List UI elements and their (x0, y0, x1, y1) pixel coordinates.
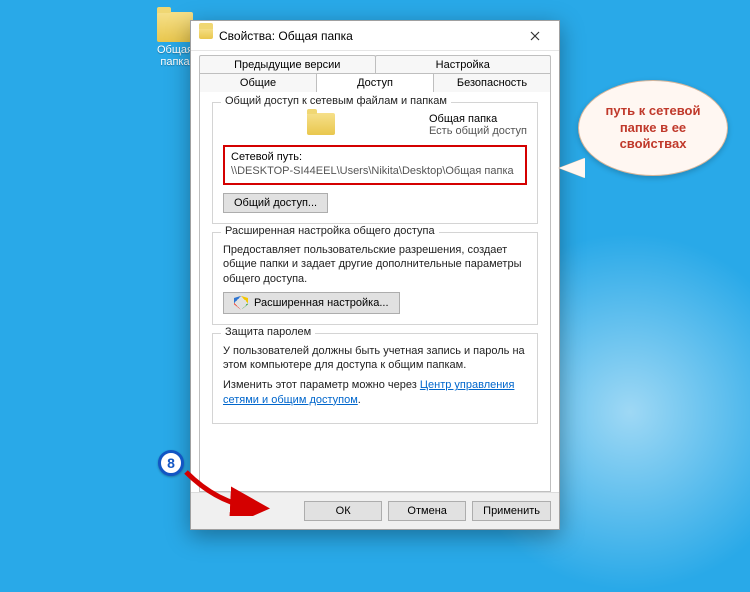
share-button[interactable]: Общий доступ... (223, 193, 328, 213)
tab-customize[interactable]: Настройка (375, 55, 552, 74)
cancel-button[interactable]: Отмена (388, 501, 466, 521)
tab-sharing[interactable]: Доступ (316, 73, 434, 92)
password-hint: Изменить этот параметр можно через Центр… (223, 378, 527, 407)
step-badge: 8 (158, 450, 184, 476)
folder-icon (199, 28, 213, 44)
advanced-desc: Предоставляет пользовательские разрешени… (223, 243, 527, 286)
dialog-title: Свойства: Общая папка (219, 29, 515, 43)
callout-tail (559, 158, 585, 178)
advanced-btn-label: Расширенная настройка... (254, 297, 389, 309)
titlebar: Свойства: Общая папка (191, 21, 559, 51)
dialog-footer: ОК Отмена Применить (191, 492, 559, 529)
close-button[interactable] (515, 21, 555, 50)
hint-suffix: . (358, 394, 361, 406)
annotation-callout: путь к сетевой папке в ее свойствах (578, 80, 728, 176)
tab-panel-sharing: Общий доступ к сетевым файлам и папкам О… (199, 91, 551, 492)
tabs-row-bottom: Общие Доступ Безопасность (199, 73, 551, 92)
network-path-value: \\DESKTOP-SI44EEL\Users\Nikita\Desktop\О… (231, 165, 519, 177)
ok-button[interactable]: ОК (304, 501, 382, 521)
network-path-box: Сетевой путь: \\DESKTOP-SI44EEL\Users\Ni… (223, 145, 527, 185)
folder-icon (157, 12, 193, 42)
tab-security[interactable]: Безопасность (433, 73, 551, 92)
tab-previous-versions[interactable]: Предыдущие версии (199, 55, 376, 74)
group-password-protection: Защита паролем У пользователей должны бы… (212, 333, 538, 424)
folder-icon (307, 113, 335, 135)
password-desc: У пользователей должны быть учетная запи… (223, 344, 527, 373)
step-number: 8 (167, 455, 175, 471)
share-status: Есть общий доступ (429, 125, 527, 137)
callout-text: путь к сетевой папке в ее свойствах (595, 103, 711, 154)
tab-general[interactable]: Общие (199, 73, 317, 92)
group-title: Защита паролем (221, 326, 315, 338)
apply-button[interactable]: Применить (472, 501, 551, 521)
network-path-label: Сетевой путь: (231, 151, 519, 163)
group-title: Расширенная настройка общего доступа (221, 225, 439, 237)
shield-icon (234, 296, 248, 310)
properties-dialog: Свойства: Общая папка Предыдущие версии … (190, 20, 560, 530)
group-advanced-sharing: Расширенная настройка общего доступа Пре… (212, 232, 538, 325)
group-network-share: Общий доступ к сетевым файлам и папкам О… (212, 102, 538, 224)
hint-prefix: Изменить этот параметр можно через (223, 379, 420, 391)
share-folder-name: Общая папка (429, 113, 527, 125)
advanced-sharing-button[interactable]: Расширенная настройка... (223, 292, 400, 314)
group-title: Общий доступ к сетевым файлам и папкам (221, 95, 451, 107)
tabs-row-top: Предыдущие версии Настройка (199, 55, 551, 74)
